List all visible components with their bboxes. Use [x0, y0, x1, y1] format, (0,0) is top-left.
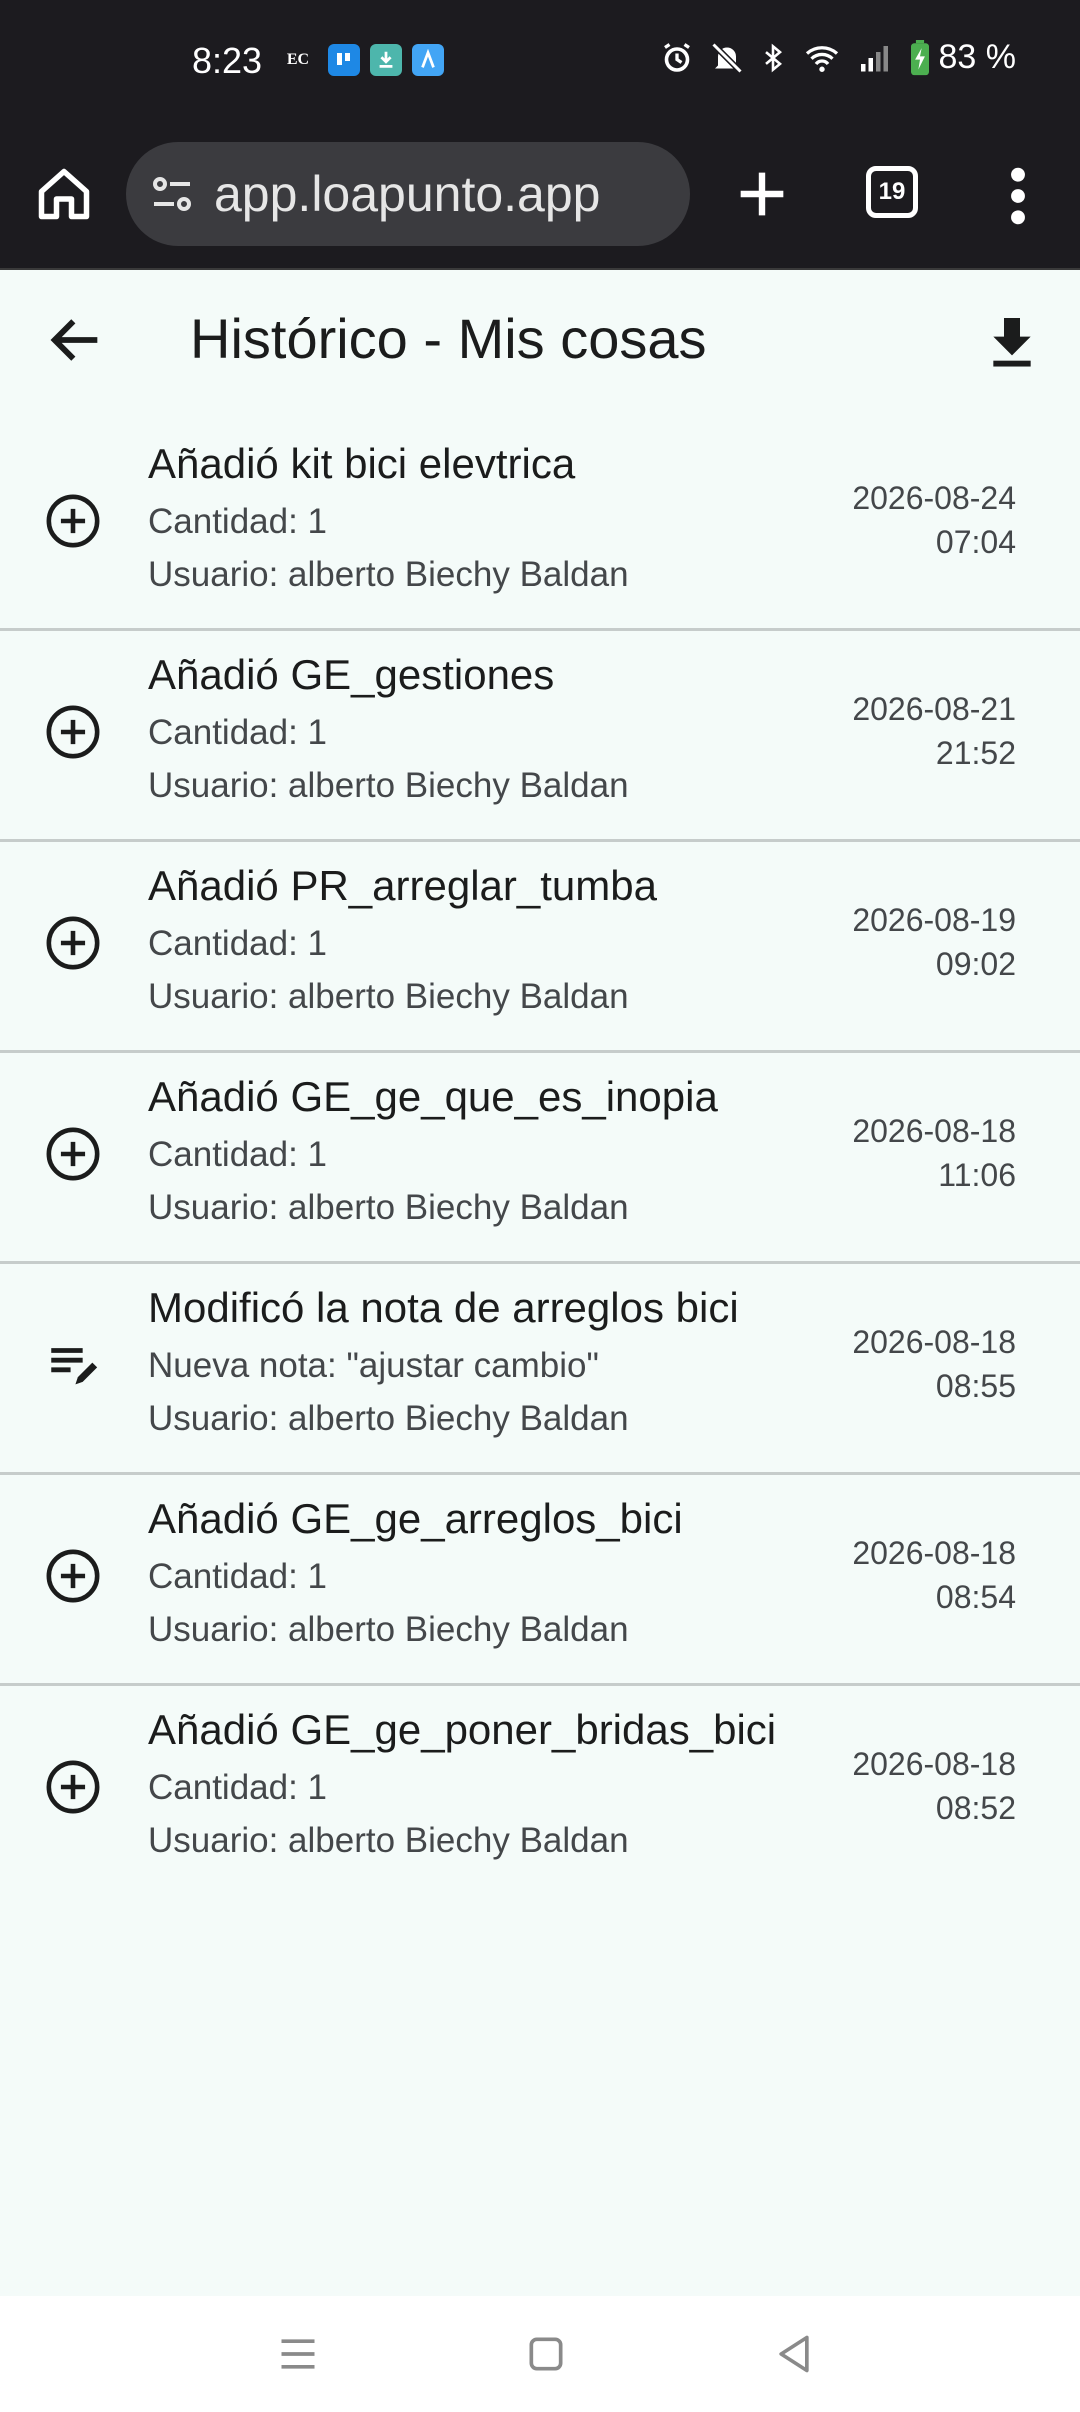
url-text[interactable]: app.loapunto.app	[214, 165, 600, 223]
ec-app-icon: EC	[286, 51, 310, 68]
item-date: 2026-08-19	[852, 902, 1016, 938]
item-title: Añadió GE_ge_arreglos_bici	[148, 1495, 683, 1542]
item-time: 09:02	[935, 946, 1016, 982]
bluetooth-icon	[764, 43, 782, 72]
back-arrow-icon[interactable]	[44, 308, 108, 372]
recents-icon[interactable]	[276, 2332, 320, 2376]
item-title: Añadió GE_gestiones	[148, 651, 555, 698]
address-bar[interactable]: app.loapunto.app	[126, 142, 690, 246]
home-icon[interactable]	[34, 164, 94, 224]
add-circle-icon	[44, 492, 102, 550]
system-nav-bar	[0, 2296, 1080, 2412]
page-title: Histórico - Mis cosas	[190, 307, 707, 370]
item-date: 2026-08-21	[852, 691, 1016, 727]
more-vert-icon[interactable]	[1000, 164, 1036, 228]
download-icon[interactable]	[980, 310, 1044, 374]
tab-switcher-button[interactable]: 19	[866, 166, 918, 218]
site-settings-icon[interactable]	[148, 170, 196, 218]
history-list: Añadió kit bici elevtrica Cantidad: 1 Usua…	[0, 420, 1080, 1897]
item-detail: Cantidad: 1	[148, 1557, 328, 1596]
battery-indicator: 83 %	[909, 38, 1017, 77]
item-user: Usuario: alberto Biechy Baldan	[148, 1610, 629, 1649]
browser-toolbar: app.loapunto.app 19	[0, 124, 1080, 270]
battery-charging-icon	[910, 39, 929, 75]
add-circle-icon	[44, 1758, 102, 1816]
item-title: Modificó la nota de arreglos bici	[148, 1284, 739, 1331]
item-user: Usuario: alberto Biechy Baldan	[148, 555, 629, 594]
item-user: Usuario: alberto Biechy Baldan	[148, 1188, 629, 1227]
home-nav-icon[interactable]	[524, 2332, 568, 2376]
history-item[interactable]: Añadió GE_ge_que_es_inopia Cantidad: 1 Usu…	[0, 1053, 1080, 1264]
alarm-icon	[663, 42, 690, 72]
status-time: 8:23	[192, 40, 263, 81]
item-user: Usuario: alberto Biechy Baldan	[148, 977, 629, 1016]
item-timestamp: 2026-08-18 08:54	[852, 1531, 1016, 1619]
item-date: 2026-08-18	[852, 1324, 1016, 1360]
item-timestamp: 2026-08-21 21:52	[852, 687, 1016, 775]
new-tab-icon[interactable]	[730, 162, 794, 226]
item-title: Añadió GE_ge_que_es_inopia	[148, 1073, 718, 1120]
battery-percent: 83 %	[938, 38, 1017, 76]
item-title: Añadió PR_arreglar_tumba	[148, 862, 657, 909]
item-time: 08:54	[935, 1579, 1016, 1615]
item-timestamp: 2026-08-18 08:52	[852, 1742, 1016, 1830]
item-date: 2026-08-24	[852, 480, 1016, 516]
item-detail: Cantidad: 1	[148, 1135, 328, 1174]
edit-note-icon	[44, 1336, 102, 1394]
item-date: 2026-08-18	[852, 1535, 1016, 1571]
add-circle-icon	[44, 914, 102, 972]
notification-icons: EC	[278, 44, 444, 76]
item-user: Usuario: alberto Biechy Baldan	[148, 766, 629, 805]
history-item[interactable]: Añadió GE_ge_arreglos_bici Cantidad: 1 Usu…	[0, 1475, 1080, 1686]
signal-icon	[860, 45, 888, 71]
mute-icon	[710, 41, 743, 74]
item-timestamp: 2026-08-18 11:06	[852, 1109, 1016, 1197]
back-nav-icon[interactable]	[772, 2332, 816, 2376]
item-time: 21:52	[935, 735, 1016, 771]
add-circle-icon	[44, 703, 102, 761]
item-time: 11:06	[938, 1157, 1016, 1193]
status-bar: 8:23 EC 83 %	[0, 0, 1080, 124]
history-item[interactable]: Añadió PR_arreglar_tumba Cantidad: 1 Usuar…	[0, 842, 1080, 1053]
item-timestamp: 2026-08-24 07:04	[852, 476, 1016, 564]
item-time: 07:04	[935, 524, 1016, 560]
app-icon	[412, 44, 444, 76]
item-title: Añadió kit bici elevtrica	[148, 440, 576, 487]
item-title: Añadió GE_ge_poner_bridas_bici	[148, 1706, 777, 1753]
item-timestamp: 2026-08-18 08:55	[852, 1320, 1016, 1408]
add-circle-icon	[44, 1125, 102, 1183]
trello-icon	[328, 44, 360, 76]
system-icons: 83 %	[659, 38, 1017, 77]
item-user: Usuario: alberto Biechy Baldan	[148, 1399, 629, 1438]
history-item[interactable]: Añadió GE_ge_poner_bridas_bici Cantidad: …	[0, 1686, 1080, 1897]
item-date: 2026-08-18	[852, 1113, 1016, 1149]
item-detail: Cantidad: 1	[148, 502, 328, 541]
download-icon	[370, 44, 402, 76]
item-detail: Cantidad: 1	[148, 713, 328, 752]
item-detail: Nueva nota: "ajustar cambio"	[148, 1346, 599, 1385]
history-item[interactable]: Añadió kit bici elevtrica Cantidad: 1 Usua…	[0, 420, 1080, 631]
item-time: 08:52	[935, 1790, 1016, 1826]
add-circle-icon	[44, 1547, 102, 1605]
item-time: 08:55	[935, 1368, 1016, 1404]
item-detail: Cantidad: 1	[148, 924, 328, 963]
wifi-icon	[805, 45, 838, 72]
item-date: 2026-08-18	[852, 1746, 1016, 1782]
item-timestamp: 2026-08-19 09:02	[852, 898, 1016, 986]
item-detail: Cantidad: 1	[148, 1768, 328, 1807]
history-item[interactable]: Añadió GE_gestiones Cantidad: 1 Usuario: a…	[0, 631, 1080, 842]
app-header: Histórico - Mis cosas	[0, 270, 1080, 410]
history-item[interactable]: Modificó la nota de arreglos bici Nueva n…	[0, 1264, 1080, 1475]
item-user: Usuario: alberto Biechy Baldan	[148, 1821, 629, 1860]
